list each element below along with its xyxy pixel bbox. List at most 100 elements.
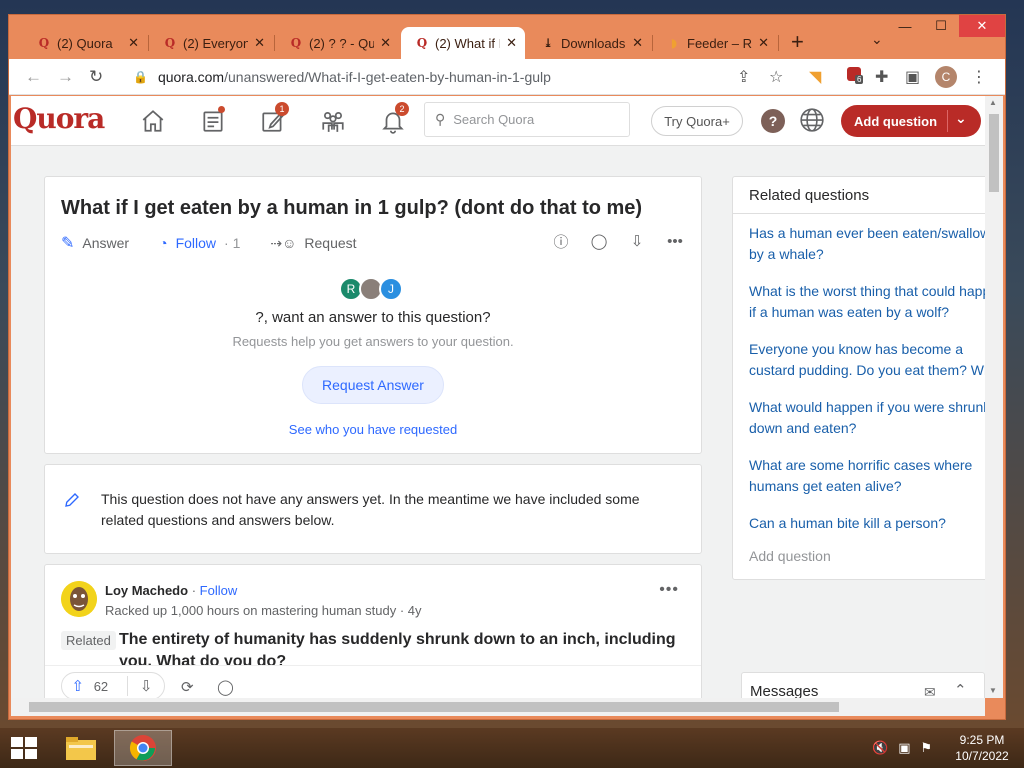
reload-icon[interactable]: ↻ [89,67,103,87]
share-reload-icon[interactable]: ⟳ [181,678,194,696]
tab-label: (2) Quora [57,35,113,51]
scroll-down-arrow-icon[interactable]: ▼ [989,686,997,695]
vote-control: ⇧ 62 ⇩ [61,672,165,698]
scrollbar-thumb[interactable] [989,114,999,192]
network-icon[interactable]: ▣ [898,740,910,756]
chrome-icon[interactable] [114,730,172,766]
volume-muted-icon[interactable]: 🔇 [872,740,888,756]
avatar[interactable]: J [379,277,403,301]
tab-what-if[interactable]: Q (2) What if I ✕ [401,27,525,59]
minimize-button[interactable]: — [887,15,923,37]
related-question-link[interactable]: What is the worst thing that could happe… [749,281,985,323]
file-explorer-icon[interactable] [52,730,110,766]
related-question-link[interactable]: Has a human ever been eaten/swallowed by… [749,223,985,265]
close-icon[interactable]: ✕ [128,35,139,51]
chevron-up-icon[interactable]: ⌃ [954,681,967,698]
profile-avatar[interactable]: C [935,66,957,88]
spaces-icon[interactable] [313,106,353,136]
close-icon[interactable]: ✕ [506,35,517,51]
lock-icon[interactable]: 🔒 [133,70,148,84]
kebab-menu-icon[interactable]: ⋮ [971,67,987,87]
search-placeholder: Search Quora [453,112,535,127]
related-question-link[interactable]: What are some horrific cases where human… [749,455,985,497]
tab-quora[interactable]: Q (2) Quora ✕ [23,27,147,59]
add-question-button[interactable]: Add question ⌄ [841,105,981,137]
related-question-link[interactable]: Can a human bite kill a person? [749,513,985,534]
follow-rss-icon: ◔ [159,235,168,251]
tab-label: (2) ? ? - Qu [309,35,375,51]
close-icon[interactable]: ✕ [632,35,643,51]
horizontal-scrollbar[interactable] [11,698,985,716]
tab-search-chevron-icon[interactable]: ⌄ [871,31,883,48]
follow-author-link[interactable]: Follow [200,583,238,598]
see-who-requested-link[interactable]: See who you have requested [45,422,701,437]
no-answers-text: This question does not have any answers … [101,491,640,528]
tab-downloads[interactable]: ⤓ Downloads ✕ [527,27,651,59]
answer-badge: 1 [275,102,289,116]
info-icon[interactable]: ⓘ [553,233,569,251]
following-feed-icon[interactable] [193,106,233,136]
more-options-icon[interactable]: ••• [659,581,679,599]
tab-feeder[interactable]: ◗ Feeder – RS ✕ [653,27,777,59]
request-answer-button[interactable]: Request Answer [302,366,444,404]
try-quora-plus-button[interactable]: Try Quora+ [651,106,743,136]
close-icon[interactable]: ✕ [758,35,769,51]
follow-button[interactable]: ◔ Follow · 1 [159,235,240,251]
tab-everyone[interactable]: Q (2) Everyone ✕ [149,27,273,59]
follow-label: Follow [175,235,217,251]
related-question-link[interactable]: What would happen if you were shrunk dow… [749,397,985,439]
upvote-icon[interactable]: ⇧ [62,677,94,695]
system-clock[interactable]: 9:25 PM 10/7/2022 [946,732,1018,764]
comment-icon[interactable]: ◯ [591,233,608,250]
extension-icon[interactable]: 6 [847,67,864,84]
question-title[interactable]: What if I get eaten by a human in 1 gulp… [61,197,642,220]
more-options-icon[interactable]: ••• [667,233,683,250]
bookmark-star-icon[interactable]: ☆ [769,67,783,87]
windows-start-icon[interactable] [10,736,38,760]
quora-icon: Q [290,36,302,50]
globe-icon[interactable] [799,107,825,133]
new-tab-button[interactable]: + [791,29,804,55]
avatar[interactable] [61,581,97,617]
scroll-up-arrow-icon[interactable]: ▲ [989,98,997,107]
downvote-icon[interactable]: ⇩ [128,677,164,695]
related-question-text: Can a human bite kill a person? [749,515,946,531]
chevron-down-icon[interactable]: ⌄ [955,110,967,127]
related-question-link[interactable]: Everyone you know has become a custard p… [749,339,985,381]
forward-arrow-icon[interactable]: → [57,67,74,87]
related-questions-list: Has a human ever been eaten/swallowed by… [749,223,985,564]
answer-label: Answer [82,235,130,251]
answer-pencil-icon[interactable]: 1 [253,102,293,136]
answer-button[interactable]: ✎ Answer [61,233,129,253]
help-icon[interactable]: ? [761,109,785,133]
home-icon[interactable] [133,106,173,136]
request-button[interactable]: ⇢☺ Request [270,235,356,252]
search-input[interactable]: ⚲ Search Quora [424,102,630,137]
messages-panel[interactable]: Messages ✉ ⌃ [741,672,985,698]
action-center-icon[interactable]: ⚑ [920,740,932,756]
extensions-puzzle-icon[interactable]: ✚ [875,67,888,87]
question-actions: ✎ Answer ◔ Follow · 1 ⇢☺ Request [61,233,357,253]
address-bar[interactable]: 🔒 quora.com/unanswered/What-if-I-get-eat… [123,63,811,91]
maximize-button[interactable]: ☐ [923,15,959,37]
close-icon[interactable]: ✕ [380,35,391,51]
tab-question-marks[interactable]: Q (2) ? ? - Qu ✕ [275,27,399,59]
follow-count: · 1 [224,235,241,251]
vertical-scrollbar[interactable]: ▲ ▼ [985,96,1003,698]
downvote-icon[interactable]: ⇩ [629,233,645,250]
scrollbar-thumb[interactable] [29,702,839,712]
close-window-button[interactable]: ✕ [959,15,1005,37]
compose-message-icon[interactable]: ✉ [924,684,936,698]
comment-icon[interactable]: ◯ [217,678,234,696]
side-panel-icon[interactable]: ▣ [905,67,920,87]
tab-label: (2) What if I [435,35,501,51]
add-question-link[interactable]: Add question [749,548,985,564]
rss-icon[interactable]: ◥ [809,67,821,87]
close-icon[interactable]: ✕ [254,35,265,51]
quora-logo[interactable]: Quora [13,102,105,135]
share-icon[interactable]: ⇪ [737,67,750,87]
notifications-bell-icon[interactable]: 2 [373,102,413,136]
related-question-text: What is the worst thing that could happe… [749,283,985,320]
author-name[interactable]: Loy Machedo [105,583,188,598]
back-arrow-icon[interactable]: ← [25,67,42,87]
